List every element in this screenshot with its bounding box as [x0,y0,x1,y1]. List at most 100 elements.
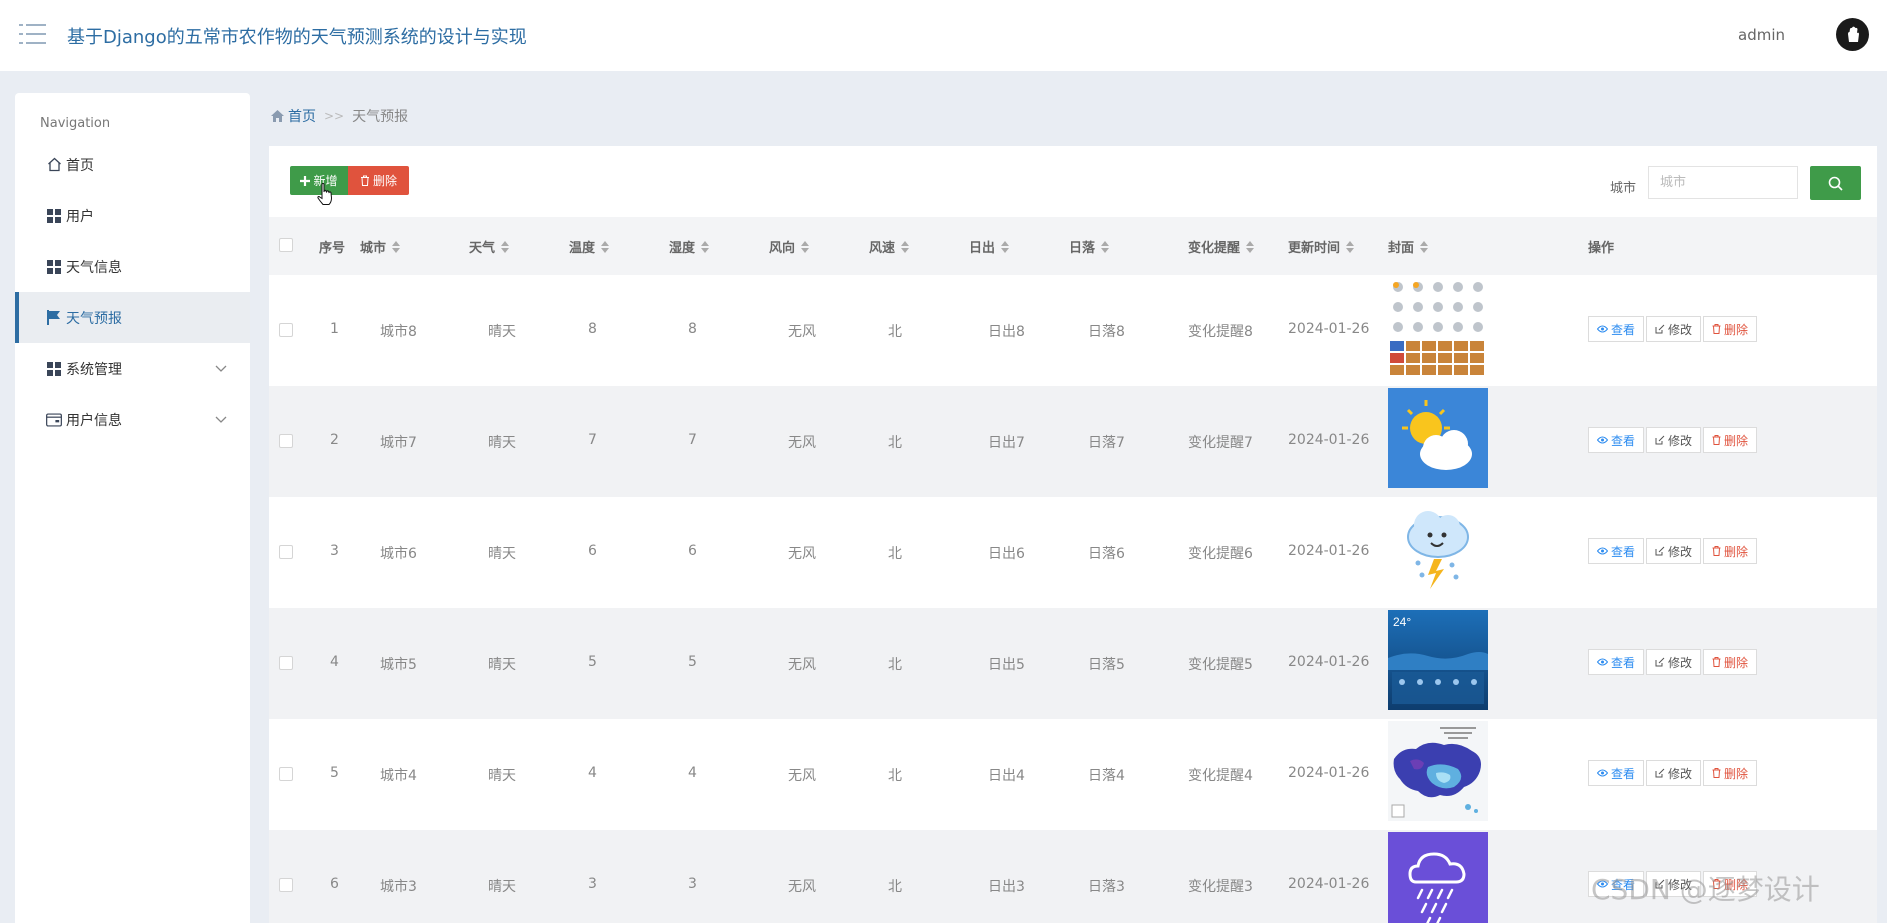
cover-temperature-map-image[interactable] [1388,721,1488,821]
row-checkbox[interactable] [279,323,293,337]
sidebar: Navigation 首页 用户 天气信息 天气预报 系统管理 用户信息 [15,93,250,923]
column-header-sunset[interactable]: 日落 [1069,237,1110,256]
column-header-cover[interactable]: 封面 [1388,237,1429,256]
user-name[interactable]: admin [1738,26,1785,44]
delete-button[interactable]: 删除 [1703,760,1758,786]
add-button-label: 新增 [313,174,338,188]
breadcrumb-home[interactable]: 首页 [271,106,316,126]
sidebar-item-users[interactable]: 用户 [15,190,250,241]
view-button[interactable]: 查看 [1588,760,1645,786]
column-header-weather[interactable]: 天气 [469,237,510,256]
column-header-temperature[interactable]: 温度 [569,237,610,256]
cover-weather-icon-sheet[interactable] [1388,277,1488,377]
add-button[interactable]: 新增 [290,166,348,195]
chevron-down-icon [214,360,228,374]
cell-updated: 2024-01-26 [1288,876,1370,892]
row-checkbox[interactable] [279,767,293,781]
row-checkbox[interactable] [279,545,293,559]
view-button[interactable]: 查看 [1588,649,1645,675]
delete-button[interactable]: 删除 [1703,427,1758,453]
edit-button[interactable]: 修改 [1646,760,1702,786]
cover-storm-cloud-image[interactable] [1388,499,1488,599]
cell-wind-direction: 无风 [788,768,816,784]
sidebar-item-label: 首页 [66,157,94,174]
sort-icon [1346,240,1355,253]
sidebar-item-system[interactable]: 系统管理 [15,343,250,394]
cell-alert: 变化提醒7 [1188,435,1253,451]
edit-button[interactable]: 修改 [1646,538,1702,564]
column-header-city[interactable]: 城市 [360,237,401,256]
cell-humidity: 4 [688,765,697,781]
table-row: 1 城市8 晴天 8 8 无风 北 日出8 日落8 变化提醒8 2024-01-… [269,275,1877,386]
cell-updated: 2024-01-26 [1288,765,1370,781]
cell-updated: 2024-01-26 [1288,432,1370,448]
delete-button[interactable]: 删除 [1703,538,1758,564]
cell-wind-speed: 北 [888,435,902,451]
cell-sunrise: 日出8 [988,324,1025,340]
edit-button[interactable]: 修改 [1646,427,1702,453]
grid-icon [46,361,62,377]
sidebar-item-weather-forecast[interactable]: 天气预报 [15,292,250,343]
eye-icon [1597,325,1608,333]
cell-sunrise: 日出6 [988,546,1025,562]
column-header-humidity[interactable]: 湿度 [669,237,710,256]
delete-button[interactable]: 删除 [1703,649,1758,675]
delete-button[interactable]: 删除 [1703,316,1758,342]
column-header-alert[interactable]: 变化提醒 [1188,237,1255,256]
row-actions: 查看 修改 删除 [1588,649,1759,675]
cell-sunset: 日落6 [1088,546,1125,562]
cell-updated: 2024-01-26 [1288,654,1370,670]
menu-toggle-icon[interactable] [19,23,46,45]
avatar[interactable] [1836,18,1869,51]
chevron-down-icon [214,411,228,425]
row-checkbox[interactable] [279,434,293,448]
sidebar-item-home[interactable]: 首页 [15,139,250,190]
edit-button[interactable]: 修改 [1646,649,1702,675]
view-button[interactable]: 查看 [1588,427,1645,453]
cell-humidity: 3 [688,876,697,892]
cell-city: 城市8 [380,324,417,340]
cell-city: 城市7 [380,435,417,451]
cell-no: 5 [330,765,339,781]
batch-delete-button[interactable]: 删除 [348,166,409,195]
select-all-checkbox[interactable] [279,238,293,252]
cover-rain-cloud-image[interactable] [1388,832,1488,923]
edit-button[interactable]: 修改 [1646,316,1702,342]
table-row: 2 城市7 晴天 7 7 无风 北 日出7 日落7 变化提醒7 2024-01-… [269,386,1877,497]
sort-icon [801,240,810,253]
cell-city: 城市6 [380,546,417,562]
city-search-input[interactable] [1648,166,1798,199]
eye-icon [1597,658,1608,666]
sidebar-item-weather-info[interactable]: 天气信息 [15,241,250,292]
row-actions: 查看 修改 删除 [1588,538,1759,564]
sidebar-item-label: 用户 [66,208,94,225]
row-checkbox[interactable] [279,878,293,892]
search-button[interactable] [1810,166,1861,200]
cell-wind-direction: 无风 [788,657,816,673]
cell-sunset: 日落4 [1088,768,1125,784]
cell-updated: 2024-01-26 [1288,321,1370,337]
cell-wind-speed: 北 [888,657,902,673]
main-panel: 新增 删除 城市 序号 城市 天气 温度 湿度 风向 风速 日出 日落 变化提醒… [269,146,1877,923]
wallet-icon [46,412,62,428]
column-header-wind-direction[interactable]: 风向 [769,237,810,256]
nav-caption: Navigation [40,116,111,131]
sidebar-item-user-info[interactable]: 用户信息 [15,394,250,445]
cover-sun-cloud-image[interactable] [1388,388,1488,488]
cell-sunset: 日落5 [1088,657,1125,673]
sort-icon [701,240,710,253]
view-button[interactable]: 查看 [1588,316,1645,342]
column-header-sunrise[interactable]: 日出 [969,237,1010,256]
sidebar-item-label: 用户信息 [66,412,122,429]
edit-icon [1655,324,1665,334]
cell-temperature: 6 [588,543,597,559]
home-icon [271,110,284,122]
edit-icon [1655,546,1665,556]
sidebar-item-label: 天气预报 [66,310,122,327]
column-header-updated[interactable]: 更新时间 [1288,237,1355,256]
row-checkbox[interactable] [279,656,293,670]
column-header-wind-speed[interactable]: 风速 [869,237,910,256]
table-row: 4 城市5 晴天 5 5 无风 北 日出5 日落5 变化提醒5 2024-01-… [269,608,1877,719]
view-button[interactable]: 查看 [1588,538,1645,564]
cover-weather-app-image[interactable]: 24° [1388,610,1488,710]
